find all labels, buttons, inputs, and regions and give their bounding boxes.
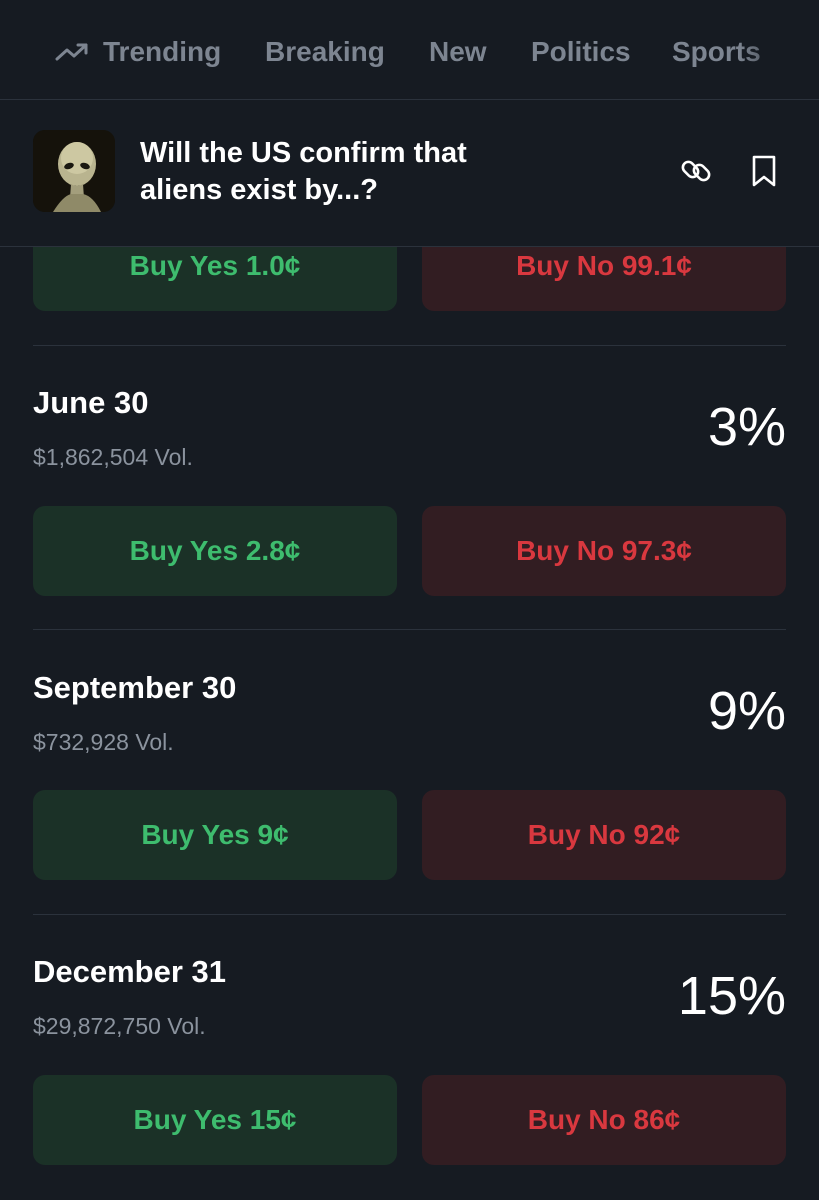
outcome-volume: $29,872,750 Vol. [33,1013,206,1039]
buy-yes-button[interactable]: Buy Yes 9¢ [33,790,397,880]
nav-item-new[interactable]: New [429,32,487,72]
market-title: Will the US confirm that aliens exist by… [140,135,540,209]
copy-link-button[interactable] [676,151,716,191]
market-thumbnail[interactable] [33,130,115,212]
market-header: Will the US confirm that aliens exist by… [0,101,819,247]
row-divider [33,629,786,630]
outcome-date: June 30 [33,385,149,420]
row-divider [33,345,786,346]
nav-item-politics[interactable]: Politics [531,32,631,72]
outcome-volume: $1,862,504 Vol. [33,444,193,470]
link-icon [681,160,711,182]
outcome-volume: $732,928 Vol. [33,729,174,755]
market-title-line2: aliens exist by...? [140,174,379,206]
outcome-percent: 3% [707,397,786,457]
trending-icon [55,43,88,61]
alien-image [33,130,115,212]
bookmark-button[interactable] [744,151,784,191]
nav-fade-overlay [739,0,819,99]
buy-yes-button[interactable]: Buy Yes 15¢ [33,1075,397,1165]
nav-item-label: Trending [103,36,222,67]
buy-no-button[interactable]: Buy No 92¢ [422,790,786,880]
nav-item-trending[interactable]: Trending [55,32,221,72]
outcome-date: December 31 [33,954,227,989]
outcome-percent: 9% [707,681,786,741]
nav-item-breaking[interactable]: Breaking [265,32,385,72]
outcome-date: September 30 [33,670,237,705]
outcome-percent: 15% [677,966,786,1026]
category-nav: Trending Breaking New Politics Sports [0,0,819,100]
buy-no-button[interactable]: Buy No 97.3¢ [422,506,786,596]
market-title-line1: Will the US confirm that [140,137,467,169]
row-divider [33,914,786,915]
bookmark-icon [752,155,776,187]
buy-yes-button[interactable]: Buy Yes 2.8¢ [33,506,397,596]
buy-no-button[interactable]: Buy No 86¢ [422,1075,786,1165]
